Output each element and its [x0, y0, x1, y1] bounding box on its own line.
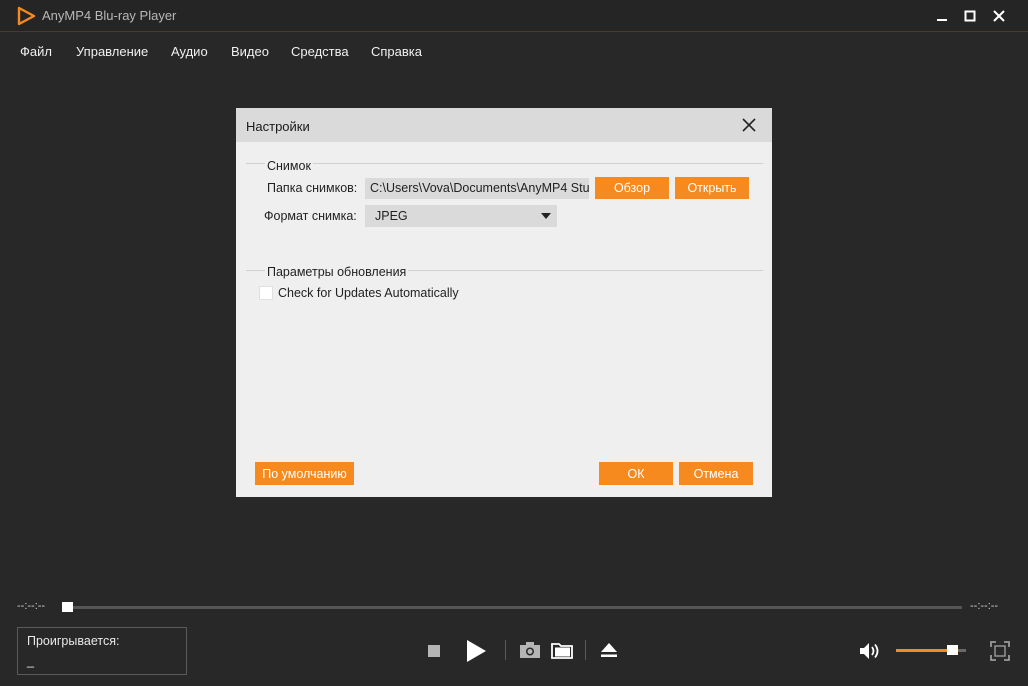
close-icon[interactable] [739, 115, 759, 135]
stop-icon [428, 645, 440, 657]
menu-help[interactable]: Справка [371, 44, 422, 59]
progress-bar[interactable] [62, 606, 962, 609]
settings-dialog: Настройки Снимок Папка снимков: C:\Users… [236, 108, 772, 497]
volume-button[interactable] [857, 640, 883, 662]
auto-update-label[interactable]: Check for Updates Automatically [278, 286, 459, 300]
minimize-icon [937, 19, 947, 21]
progress-handle[interactable] [62, 602, 73, 612]
snapshot-format-label: Формат снимка: [264, 209, 357, 223]
eject-button[interactable] [598, 640, 620, 660]
auto-update-checkbox[interactable] [259, 286, 273, 300]
snapshot-button[interactable] [518, 640, 542, 660]
menu-file[interactable]: Файл [20, 44, 52, 59]
snapshot-folder-input[interactable]: C:\Users\Vova\Documents\AnyMP4 Studio\An… [365, 178, 589, 199]
menu-tools[interactable]: Средства [291, 44, 349, 59]
dialog-header: Настройки [236, 108, 772, 142]
maximize-button[interactable] [958, 4, 982, 28]
snapshot-format-select[interactable]: JPEG [365, 205, 557, 227]
maximize-icon [964, 10, 976, 22]
separator [585, 640, 586, 660]
update-section-title: Параметры обновления [265, 265, 409, 279]
browse-button[interactable]: Обзор [595, 177, 669, 199]
volume-handle[interactable] [947, 645, 958, 655]
close-icon [993, 10, 1005, 22]
camera-icon [520, 642, 540, 658]
app-title: AnyMP4 Blu-ray Player [42, 8, 177, 23]
open-folder-ctrl[interactable] [550, 640, 574, 660]
snapshot-folder-label: Папка снимков: [267, 181, 358, 195]
title-bar: AnyMP4 Blu-ray Player [0, 0, 1028, 32]
volume-level [896, 649, 952, 652]
menu-control[interactable]: Управление [76, 44, 148, 59]
dialog-title: Настройки [246, 119, 310, 134]
current-time: --:--:-- [17, 600, 46, 612]
menu-video[interactable]: Видео [231, 44, 269, 59]
total-time: --:--:-- [970, 600, 999, 612]
now-playing-panel: Проигрывается: _ [17, 627, 187, 675]
menu-bar: Файл Управление Аудио Видео Средства Спр… [0, 33, 1028, 71]
now-playing-value: _ [27, 654, 34, 668]
section-divider [246, 163, 763, 164]
fullscreen-button[interactable] [988, 640, 1012, 662]
folder-icon [551, 643, 573, 659]
menu-audio[interactable]: Аудио [171, 44, 208, 59]
open-folder-button[interactable]: Открыть [675, 177, 749, 199]
cancel-button[interactable]: Отмена [679, 462, 753, 485]
play-icon [467, 640, 486, 662]
ok-button[interactable]: ОК [599, 462, 673, 485]
volume-icon [860, 643, 879, 659]
snapshot-section-title: Снимок [265, 159, 313, 173]
default-button[interactable]: По умолчанию [255, 462, 354, 485]
chevron-down-icon [541, 213, 551, 219]
minimize-button[interactable] [930, 4, 954, 28]
now-playing-label: Проигрывается: [27, 634, 120, 648]
play-button[interactable] [462, 637, 490, 665]
app-logo-icon [17, 6, 36, 26]
separator [505, 640, 506, 660]
eject-icon [601, 643, 617, 657]
stop-button[interactable] [424, 641, 444, 661]
close-window-button[interactable] [987, 4, 1011, 28]
fullscreen-icon [990, 641, 1010, 661]
snapshot-format-value: JPEG [375, 209, 408, 223]
